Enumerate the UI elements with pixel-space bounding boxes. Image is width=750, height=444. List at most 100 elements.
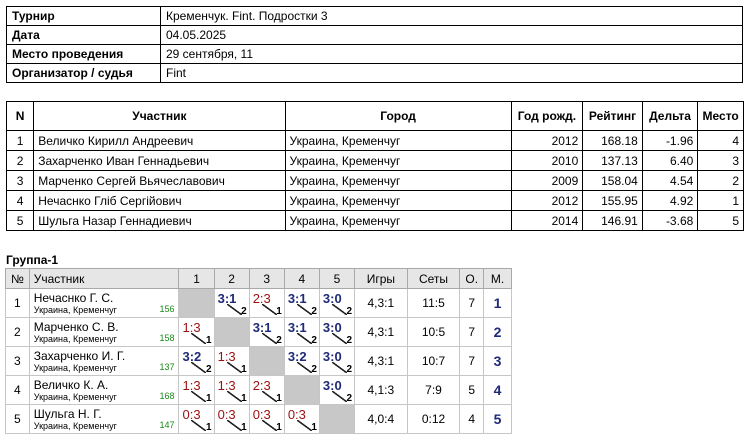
row-games: 4,3:1	[354, 288, 408, 318]
match-points: 1	[311, 422, 317, 433]
crosstable-row: 2 Марченко С. В. Украина, Кременчуг 158 1:3 1…	[5, 317, 512, 347]
player-city: Украина, Кременчуг	[33, 333, 117, 344]
slash-divider	[226, 420, 242, 431]
player-name[interactable]: Нечаснко Г. С.	[34, 291, 179, 305]
row-points: 7	[459, 346, 485, 376]
slash-divider	[296, 304, 312, 315]
participant-name: Шульга Назар Геннадиевич	[33, 210, 286, 231]
info-row-date: Дата 04.05.2025	[6, 25, 743, 45]
crosstable-row: 5 Шульга Н. Г. Украина, Кременчуг 147 0:3 1 0:…	[5, 404, 512, 434]
info-row-tournament: Турнир Кременчук. Fint. Подростки 3	[6, 6, 743, 26]
slash-divider	[226, 362, 242, 373]
match-result: 1:3 1	[178, 375, 215, 405]
match-result: 3:0 2	[318, 346, 356, 376]
match-points: 1	[206, 422, 212, 433]
row-place: 1	[483, 288, 512, 318]
slash-divider	[331, 391, 347, 402]
match-result: 3:0 2	[318, 375, 356, 405]
slash-divider	[226, 304, 242, 315]
slash-divider	[261, 420, 277, 431]
row-place: 2	[483, 317, 512, 347]
player-cell: Величко К. А. Украина, Кременчуг 168	[28, 375, 180, 405]
match-points: 2	[241, 306, 247, 317]
player-name[interactable]: Величко К. А.	[34, 378, 179, 392]
player-rating: 137	[159, 362, 175, 372]
match-points: 1	[206, 393, 212, 404]
match-points: 2	[206, 364, 212, 375]
header-opp-4: 4	[283, 268, 320, 289]
participant-rating: 137.13	[582, 150, 643, 171]
participant-name: Нечаснко Гліб Сергійович	[33, 190, 286, 211]
match-result: 3:0 2	[318, 288, 356, 318]
crosstable-row: 3 Захарченко И. Г. Украина, Кременчуг 137 3:…	[5, 346, 512, 376]
match-result: 0:3 1	[283, 404, 320, 434]
slash-divider	[191, 420, 207, 431]
row-games: 4,1:3	[354, 375, 408, 405]
header-opp-1: 1	[178, 268, 215, 289]
participant-place: 4	[697, 130, 744, 151]
participant-place: 1	[697, 190, 744, 211]
participant-row: 1 Величко Кирилл Андреевич Украина, Кремен…	[5, 130, 744, 151]
match-points: 2	[311, 306, 317, 317]
header-delta: Дельта	[641, 101, 699, 131]
player-city: Украина, Кременчуг	[33, 362, 117, 373]
player-cell: Шульга Н. Г. Украина, Кременчуг 147	[28, 404, 180, 434]
match-result: 3:2 2	[283, 346, 320, 376]
slash-divider	[261, 304, 277, 315]
slash-divider	[296, 362, 312, 373]
diagonal-cell	[248, 346, 285, 376]
participant-delta: -3.68	[641, 210, 699, 231]
header-opp-3: 3	[248, 268, 285, 289]
participant-delta: -1.96	[641, 130, 699, 151]
group-crosstable: № Участник 1 2 3 4 5 Игры Сеты О. М. 1 Не…	[5, 268, 512, 434]
slash-divider	[226, 391, 242, 402]
participants-table: N Участник Город Год рожд. Рейтинг Дельт…	[5, 101, 744, 231]
row-points: 5	[459, 375, 485, 405]
player-cell: Нечаснко Г. С. Украина, Кременчуг 156	[28, 288, 180, 318]
participant-birth-year: 2010	[510, 150, 584, 171]
participant-birth-year: 2012	[510, 190, 584, 211]
header-rating: Рейтинг	[582, 101, 643, 131]
slash-divider	[261, 333, 277, 344]
participant-birth-year: 2012	[510, 130, 584, 151]
crosstable-row: 4 Величко К. А. Украина, Кременчуг 168 1:3 1 1…	[5, 375, 512, 405]
row-points: 7	[459, 288, 485, 318]
player-rating: 158	[159, 333, 175, 343]
row-number: 4	[5, 375, 30, 405]
match-result: 3:1 2	[283, 288, 320, 318]
match-result: 1:3 1	[213, 346, 250, 376]
header-place: Место	[697, 101, 744, 131]
row-sets: 10:7	[406, 346, 461, 376]
info-row-organizer: Организатор / судья Fint	[6, 63, 743, 83]
match-points: 2	[276, 335, 282, 346]
participant-city: Украина, Кременчуг	[284, 150, 512, 171]
diagonal-cell	[213, 317, 250, 347]
participant-birth-year: 2014	[510, 210, 584, 231]
match-result: 2:3 1	[248, 288, 285, 318]
row-sets: 0:12	[406, 404, 461, 434]
group-title: Группа-1	[6, 253, 59, 267]
match-points: 2	[346, 335, 353, 346]
info-label: Турнир	[6, 6, 161, 26]
match-points: 1	[241, 422, 247, 433]
match-points: 2	[311, 335, 317, 346]
player-name[interactable]: Захарченко И. Г.	[34, 349, 179, 363]
row-points: 7	[459, 317, 485, 347]
match-points: 2	[346, 393, 353, 404]
slash-divider	[191, 391, 207, 402]
match-points: 2	[346, 364, 353, 375]
match-result: 3:1 2	[248, 317, 285, 347]
match-points: 1	[241, 393, 247, 404]
row-sets: 7:9	[406, 375, 461, 405]
slash-divider	[331, 304, 347, 315]
participant-n: 5	[5, 210, 35, 231]
player-name[interactable]: Шульга Н. Г.	[34, 407, 179, 421]
player-cell: Марченко С. В. Украина, Кременчуг 158	[28, 317, 180, 347]
player-name[interactable]: Марченко С. В.	[34, 320, 179, 334]
tournament-info-table: Турнир Кременчук. Fint. Подростки 3 Дата…	[6, 6, 743, 83]
match-result: 1:3 1	[178, 317, 215, 347]
slash-divider	[191, 362, 207, 373]
participant-row: 2 Захарченко Иван Геннадьевич Украина, Кре…	[5, 150, 744, 171]
player-city: Украина, Кременчуг	[33, 420, 117, 431]
participant-city: Украина, Кременчуг	[284, 210, 512, 231]
